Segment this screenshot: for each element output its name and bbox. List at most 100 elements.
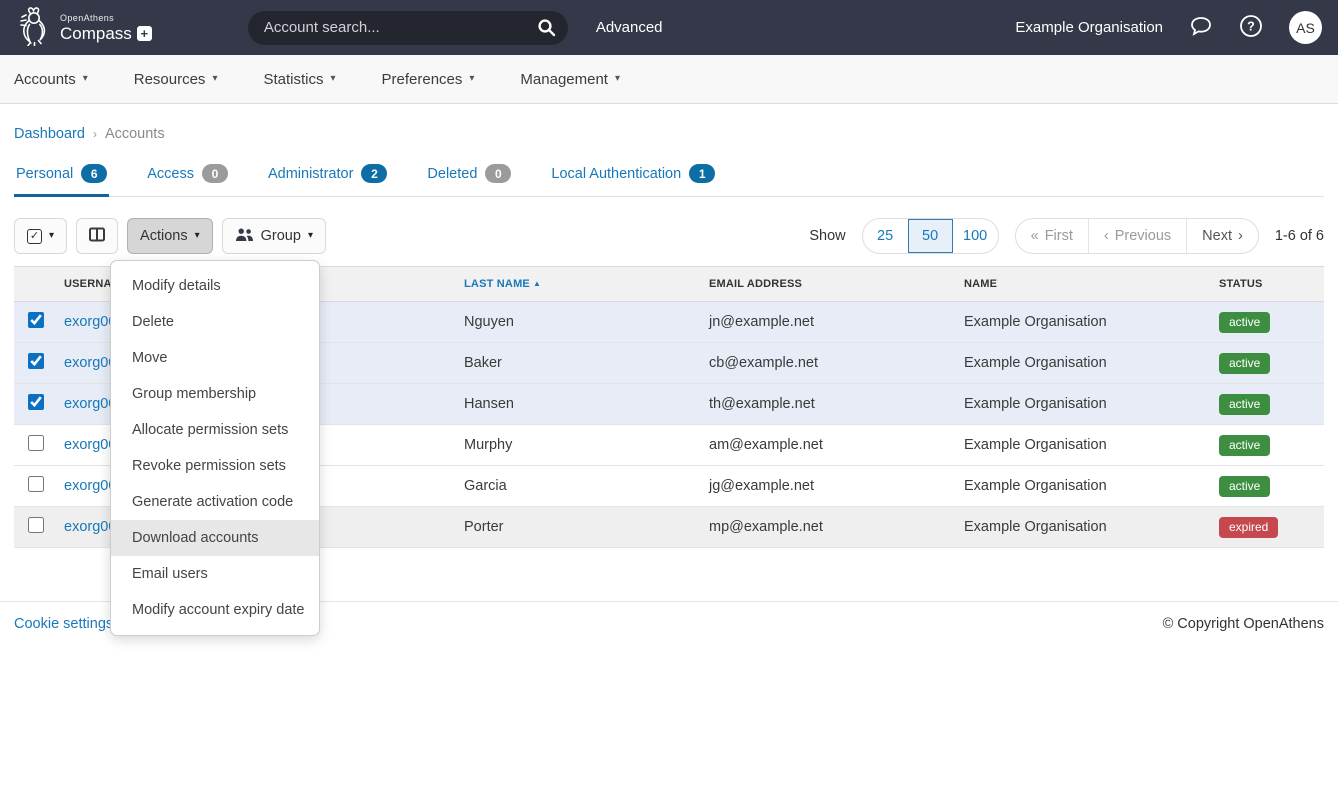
user-avatar[interactable]: AS xyxy=(1289,11,1322,44)
org-name-cell: Example Organisation xyxy=(954,425,1209,466)
tab-administrator[interactable]: Administrator 2 xyxy=(266,164,389,196)
chevron-down-icon: ▾ xyxy=(615,74,620,84)
breadcrumb-separator-icon: › xyxy=(93,127,97,141)
nav-item-label: Statistics xyxy=(263,71,323,88)
search-icon xyxy=(537,25,556,40)
email-cell: mp@example.net xyxy=(699,507,954,548)
tab-label: Administrator xyxy=(268,166,353,182)
page-size-25[interactable]: 25 xyxy=(863,219,908,253)
svg-text:?: ? xyxy=(1247,20,1255,34)
nav-item-label: Preferences xyxy=(382,71,463,88)
tab-count-badge: 6 xyxy=(81,164,107,183)
page-size-group: 25 50 100 xyxy=(862,218,999,254)
nav-item-resources[interactable]: Resources ▾ xyxy=(134,71,218,88)
row-checkbox[interactable] xyxy=(28,353,44,369)
page-size-50[interactable]: 50 xyxy=(908,219,953,253)
nav-item-preferences[interactable]: Preferences ▾ xyxy=(382,71,475,88)
breadcrumb-dashboard-link[interactable]: Dashboard xyxy=(14,126,85,142)
account-search xyxy=(248,11,568,45)
org-name-cell: Example Organisation xyxy=(954,343,1209,384)
pagination-next-button[interactable]: Next › xyxy=(1186,219,1258,253)
breadcrumb-current: Accounts xyxy=(105,126,165,142)
row-checkbox[interactable] xyxy=(28,394,44,410)
tab-personal[interactable]: Personal 6 xyxy=(14,164,109,196)
menu-item-allocate-permission-sets[interactable]: Allocate permission sets xyxy=(111,412,319,448)
tab-local-authentication[interactable]: Local Authentication 1 xyxy=(549,164,717,196)
show-label: Show xyxy=(809,228,845,244)
lastname-cell: Garcia xyxy=(454,466,699,507)
pagination-first-button[interactable]: « First xyxy=(1016,219,1088,253)
menu-item-email-users[interactable]: Email users xyxy=(111,556,319,592)
columns-button[interactable] xyxy=(76,218,118,254)
search-button[interactable] xyxy=(537,18,556,40)
menu-item-generate-activation-code[interactable]: Generate activation code xyxy=(111,484,319,520)
status-badge: active xyxy=(1219,476,1270,497)
menu-item-revoke-permission-sets[interactable]: Revoke permission sets xyxy=(111,448,319,484)
column-header-status[interactable]: STATUS xyxy=(1209,267,1324,302)
brand-openathens-label: OpenAthens xyxy=(60,14,152,23)
tab-access[interactable]: Access 0 xyxy=(145,164,230,196)
email-cell: cb@example.net xyxy=(699,343,954,384)
row-checkbox[interactable] xyxy=(28,435,44,451)
nav-item-statistics[interactable]: Statistics ▾ xyxy=(263,71,335,88)
tab-count-badge: 2 xyxy=(361,164,387,183)
cookie-settings-link[interactable]: Cookie settings xyxy=(14,616,113,632)
status-badge: active xyxy=(1219,435,1270,456)
chevron-right-icon: › xyxy=(1238,228,1243,244)
tab-label: Access xyxy=(147,166,194,182)
brand-compass-label: Compass xyxy=(60,25,132,42)
status-badge: expired xyxy=(1219,517,1278,538)
menu-item-modify-details[interactable]: Modify details xyxy=(111,268,319,304)
columns-icon xyxy=(89,227,105,246)
tab-label: Deleted xyxy=(427,166,477,182)
menu-item-modify-account-expiry-date[interactable]: Modify account expiry date xyxy=(111,592,319,628)
table-toolbar: ✓ ▾ Actions ▾ Gr xyxy=(14,218,1324,254)
page-size-100[interactable]: 100 xyxy=(953,219,998,253)
row-checkbox[interactable] xyxy=(28,476,44,492)
brand-logo[interactable]: OpenAthens Compass + xyxy=(16,4,152,51)
account-type-tabs: Personal 6 Access 0 Administrator 2 Dele… xyxy=(14,164,1324,197)
nav-item-management[interactable]: Management ▾ xyxy=(520,71,620,88)
chevron-down-icon: ▾ xyxy=(49,231,54,241)
chat-bubble-icon xyxy=(1189,15,1213,40)
group-dropdown-button[interactable]: Group ▾ xyxy=(222,218,326,254)
column-header-name[interactable]: NAME xyxy=(954,267,1209,302)
help-button[interactable]: ? xyxy=(1239,14,1263,41)
messages-button[interactable] xyxy=(1189,15,1213,40)
column-header-lastname[interactable]: LAST NAME▲ xyxy=(454,267,699,302)
column-header-email[interactable]: EMAIL ADDRESS xyxy=(699,267,954,302)
column-header-label: LAST NAME xyxy=(464,278,530,290)
sort-ascending-icon: ▲ xyxy=(533,279,541,288)
status-badge: active xyxy=(1219,312,1270,333)
actions-dropdown-button[interactable]: Actions ▾ xyxy=(127,218,213,254)
menu-item-download-accounts[interactable]: Download accounts xyxy=(111,520,319,556)
lastname-cell: Porter xyxy=(454,507,699,548)
actions-button-label: Actions xyxy=(140,228,188,244)
menu-item-group-membership[interactable]: Group membership xyxy=(111,376,319,412)
account-search-input[interactable] xyxy=(248,11,568,45)
nav-item-accounts[interactable]: Accounts ▾ xyxy=(14,71,88,88)
pagination-previous-button[interactable]: ‹ Previous xyxy=(1088,219,1186,253)
select-all-dropdown-button[interactable]: ✓ ▾ xyxy=(14,218,67,254)
pagination-group: « First ‹ Previous Next › xyxy=(1015,218,1259,254)
email-cell: th@example.net xyxy=(699,384,954,425)
menu-item-move[interactable]: Move xyxy=(111,340,319,376)
pagination-previous-label: Previous xyxy=(1115,228,1171,244)
column-header-checkbox xyxy=(14,267,54,302)
lastname-cell: Nguyen xyxy=(454,302,699,343)
advanced-search-link[interactable]: Advanced xyxy=(596,19,663,36)
nav-item-label: Accounts xyxy=(14,71,76,88)
lastname-cell: Baker xyxy=(454,343,699,384)
row-checkbox[interactable] xyxy=(28,517,44,533)
group-people-icon xyxy=(235,227,254,246)
pagination-next-label: Next xyxy=(1202,228,1232,244)
tab-label: Local Authentication xyxy=(551,166,681,182)
main-nav: Accounts ▾ Resources ▾ Statistics ▾ Pref… xyxy=(0,55,1338,104)
tab-deleted[interactable]: Deleted 0 xyxy=(425,164,513,196)
org-name-cell: Example Organisation xyxy=(954,466,1209,507)
actions-dropdown-menu: Modify details Delete Move Group members… xyxy=(110,260,320,636)
email-cell: jn@example.net xyxy=(699,302,954,343)
row-checkbox[interactable] xyxy=(28,312,44,328)
lastname-cell: Murphy xyxy=(454,425,699,466)
menu-item-delete[interactable]: Delete xyxy=(111,304,319,340)
